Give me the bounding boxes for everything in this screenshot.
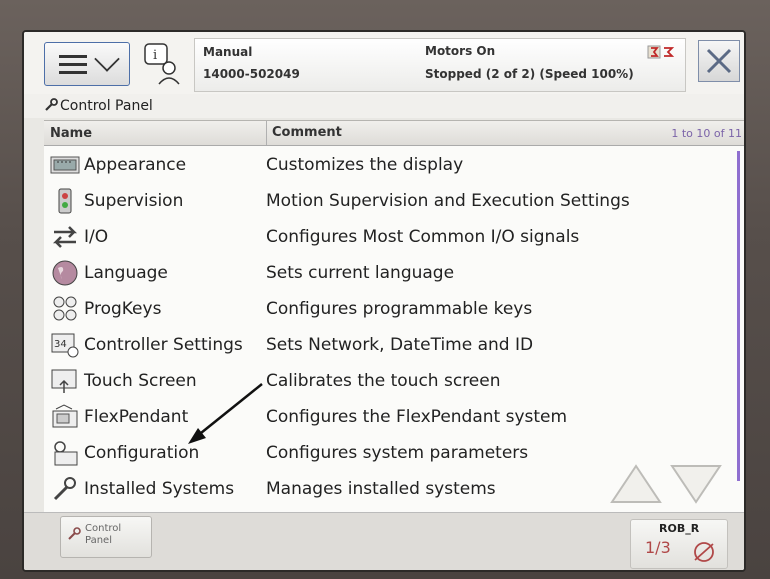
- table-row-appearance[interactable]: Appearance Customizes the display: [44, 147, 734, 183]
- table-row-supervision[interactable]: Supervision Motion Supervision and Execu…: [44, 183, 734, 219]
- svg-text:34: 34: [54, 339, 67, 350]
- row-comment: Configures system parameters: [266, 443, 529, 463]
- touch-screen-icon: [51, 369, 77, 393]
- column-header-comment: Comment: [272, 125, 342, 140]
- row-name: Language: [84, 263, 168, 283]
- controller-settings-icon: 34: [51, 333, 79, 358]
- breadcrumb-label: Control Panel: [60, 98, 153, 114]
- row-comment: Calibrates the touch screen: [266, 371, 501, 391]
- table-row-io[interactable]: I/O Configures Most Common I/O signals: [44, 219, 734, 255]
- row-comment: Sets current language: [266, 263, 455, 283]
- table-row-progkeys[interactable]: ProgKeys Configures programmable keys: [44, 291, 734, 327]
- jog-status-icon: [647, 45, 675, 59]
- row-comment: Manages installed systems: [266, 479, 496, 499]
- row-name: Touch Screen: [84, 371, 197, 391]
- close-button[interactable]: [698, 40, 740, 82]
- row-comment: Motion Supervision and Execution Setting…: [266, 191, 630, 211]
- appearance-icon: [50, 156, 80, 174]
- configuration-icon: [54, 441, 78, 466]
- breadcrumb: Control Panel: [24, 94, 744, 118]
- hamburger-icon: [59, 55, 87, 79]
- mechanical-unit-name: ROB_R: [659, 522, 700, 535]
- system-name: 14000-502049: [203, 67, 300, 81]
- motors-status: Motors On: [425, 44, 496, 58]
- column-separator: [266, 121, 267, 145]
- progkeys-icon: [53, 296, 77, 321]
- chevron-down-icon: [94, 46, 120, 72]
- table-row-flexpendant[interactable]: FlexPendant Configures the FlexPendant s…: [44, 399, 734, 435]
- vertical-scrollbar[interactable]: [737, 151, 740, 481]
- row-comment: Configures the FlexPendant system: [266, 407, 568, 427]
- taskbar-label-line1: Control: [85, 523, 122, 534]
- row-name: Configuration: [84, 443, 200, 463]
- quickset-mechanical-unit-button[interactable]: ROB_R 1/3: [630, 519, 728, 569]
- installed-systems-icon: [53, 477, 76, 501]
- taskbar-control-panel-label: Control Panel: [85, 523, 145, 547]
- table-row-controller-settings[interactable]: 34 Controller Settings Sets Network, Dat…: [44, 327, 734, 363]
- abb-menu-button[interactable]: [44, 42, 130, 86]
- table-header: Name Comment 1 to 10 of 11: [44, 121, 744, 146]
- row-name: ProgKeys: [84, 299, 162, 319]
- globe-icon: [52, 260, 78, 286]
- close-icon: [706, 48, 732, 74]
- io-arrows-icon: [52, 226, 78, 248]
- row-comment: Customizes the display: [266, 155, 464, 175]
- row-name: I/O: [84, 227, 109, 247]
- table-row-language[interactable]: Language Sets current language: [44, 255, 734, 291]
- speed-override-icon: [694, 542, 714, 562]
- row-comment: Sets Network, DateTime and ID: [266, 335, 534, 355]
- taskbar-label-line2: Panel: [85, 535, 112, 546]
- task-fraction: 1/3: [645, 538, 671, 557]
- taskbar: Control Panel ROB_R 1/3: [24, 512, 744, 570]
- flexpendant-screen: i Manual 14000-502049 Motors On Stopped …: [22, 30, 746, 572]
- row-name: Supervision: [84, 191, 184, 211]
- control-panel-table: Name Comment 1 to 10 of 11 Appearance Cu…: [44, 120, 744, 513]
- row-name: Controller Settings: [84, 335, 243, 355]
- row-comment: Configures Most Common I/O signals: [266, 227, 580, 247]
- column-header-name: Name: [50, 126, 93, 141]
- flexpendant-icon: [52, 404, 78, 428]
- scroll-up-button[interactable]: [608, 462, 664, 506]
- status-bar: i Manual 14000-502049 Motors On Stopped …: [24, 32, 744, 95]
- row-comment: Configures programmable keys: [266, 299, 533, 319]
- wrench-icon: [45, 98, 58, 111]
- row-count-label: 1 to 10 of 11: [671, 127, 742, 140]
- row-name: Appearance: [84, 155, 187, 175]
- operating-mode: Manual: [203, 45, 253, 59]
- row-name: Installed Systems: [84, 479, 235, 499]
- program-state: Stopped (2 of 2) (Speed 100%): [425, 67, 634, 81]
- taskbar-control-panel-button[interactable]: Control Panel: [60, 516, 152, 558]
- event-log-user-icon[interactable]: i: [142, 42, 184, 86]
- row-name: FlexPendant: [84, 407, 189, 427]
- svg-text:i: i: [153, 48, 157, 63]
- status-info-panel[interactable]: Manual 14000-502049 Motors On Stopped (2…: [194, 38, 686, 92]
- table-row-touch-screen[interactable]: Touch Screen Calibrates the touch screen: [44, 363, 734, 399]
- wrench-icon: [68, 527, 81, 540]
- scroll-down-button[interactable]: [668, 462, 724, 506]
- supervision-icon: [58, 188, 72, 214]
